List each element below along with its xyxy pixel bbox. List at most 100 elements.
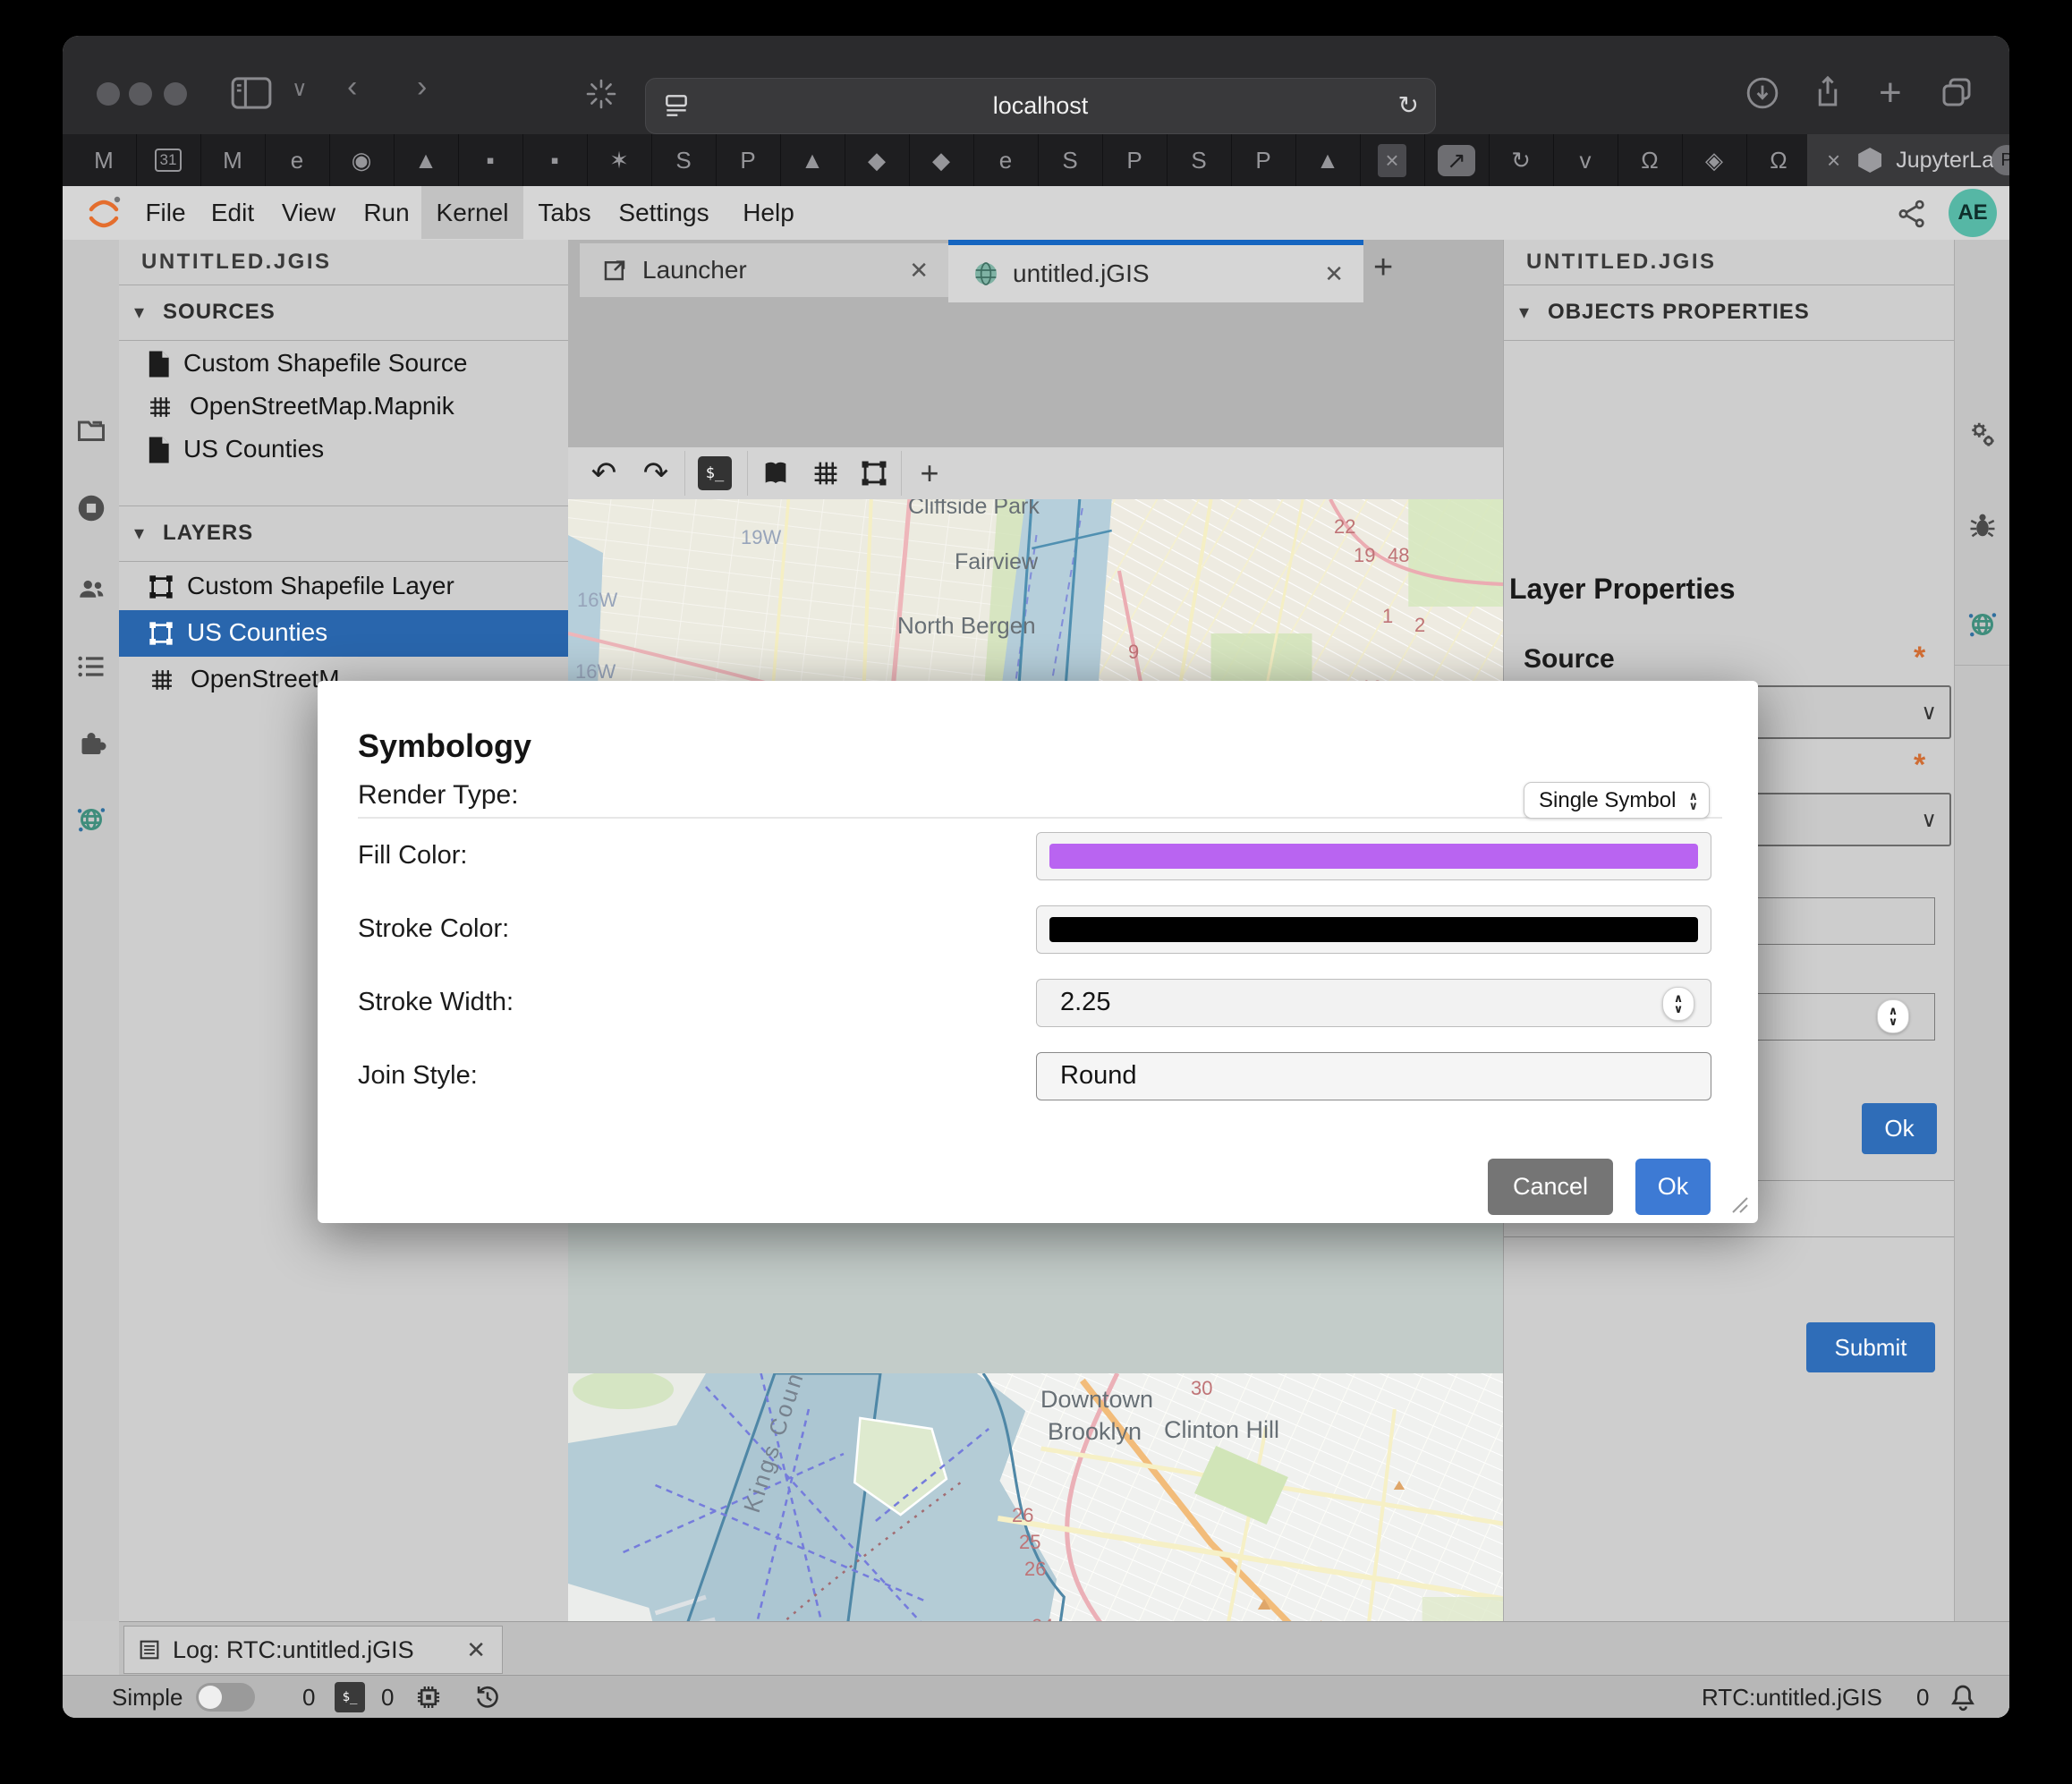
layers-section-header[interactable]: ▾ LAYERS — [119, 505, 568, 561]
join-style-select[interactable]: Round — [1036, 1052, 1711, 1100]
bookmark-icon[interactable]: ◉ — [329, 134, 395, 186]
file-browser-icon[interactable] — [75, 414, 107, 446]
tab-overview-icon[interactable] — [1938, 73, 1975, 111]
new-tab-button[interactable]: + — [1879, 73, 1902, 113]
forward-button[interactable]: › — [417, 72, 427, 102]
close-tab-icon[interactable]: × — [1827, 147, 1840, 174]
share-icon[interactable] — [1809, 73, 1847, 111]
zoom-window-button[interactable] — [164, 82, 187, 106]
layer-item-selected[interactable]: US Counties — [119, 610, 568, 657]
menu-settings[interactable]: Settings — [615, 186, 713, 239]
bookmark-icon[interactable]: ↗ — [1424, 134, 1490, 186]
bookmark-icon[interactable]: ◆ — [909, 134, 974, 186]
extensions-icon[interactable] — [75, 727, 107, 760]
bookmark-icon[interactable]: S — [1167, 134, 1232, 186]
bell-icon[interactable] — [1947, 1681, 1979, 1713]
menu-file[interactable]: File — [139, 186, 192, 239]
minimize-window-button[interactable] — [129, 82, 152, 106]
sidebar-chevron-icon[interactable]: ∨ — [292, 79, 308, 100]
jgis-globe-icon[interactable] — [75, 803, 107, 836]
ok-button[interactable]: Ok — [1862, 1103, 1937, 1154]
table-of-contents-icon[interactable] — [75, 650, 107, 683]
bookmark-icon[interactable]: ▪ — [522, 134, 588, 186]
browser-tab-jupyterlab[interactable]: × JupyterLab — [1807, 134, 2009, 186]
simple-mode-toggle[interactable] — [196, 1683, 255, 1712]
menu-edit[interactable]: Edit — [206, 186, 259, 239]
bookmark-icon[interactable]: ▲ — [394, 134, 459, 186]
menu-tabs[interactable]: Tabs — [535, 186, 594, 239]
bookmark-icon[interactable]: × — [1360, 134, 1425, 186]
bookmark-icon[interactable]: ▪ — [458, 134, 523, 186]
collaboration-icon[interactable] — [75, 573, 107, 605]
bookmark-icon[interactable]: ▲ — [1295, 134, 1361, 186]
submit-button[interactable]: Submit — [1806, 1322, 1935, 1372]
debugger-bug-icon[interactable] — [1966, 510, 1999, 542]
bookmark-icon[interactable]: ▲ — [780, 134, 845, 186]
bookmark-icon[interactable]: ◈ — [1682, 134, 1747, 186]
bookmark-icon[interactable]: ↻ — [1489, 134, 1554, 186]
stroke-width-input[interactable]: 2.25 ∧∨ — [1036, 979, 1711, 1027]
bookmark-icon[interactable]: Ω — [1618, 134, 1683, 186]
source-item[interactable]: Custom Shapefile Source — [119, 343, 568, 386]
share-document-icon[interactable] — [1895, 197, 1929, 231]
close-tab-icon[interactable]: ✕ — [909, 257, 929, 285]
vector-square-icon[interactable] — [856, 455, 892, 491]
property-inspector-gears-icon[interactable] — [1966, 419, 1999, 451]
bookmark-icon[interactable]: P — [1102, 134, 1168, 186]
kernel-chip-icon[interactable] — [413, 1682, 444, 1712]
stroke-color-input[interactable] — [1036, 905, 1711, 954]
tab-untitled-jgis[interactable]: untitled.jGIS ✕ — [948, 240, 1363, 302]
raster-grid-icon[interactable] — [808, 455, 844, 491]
cancel-button[interactable]: Cancel — [1488, 1159, 1613, 1215]
avatar[interactable]: AE — [1949, 189, 1997, 237]
back-button[interactable]: ‹ — [347, 72, 357, 102]
bookmark-icon[interactable]: S — [1038, 134, 1103, 186]
bookmark-icon[interactable]: e — [973, 134, 1039, 186]
menu-run[interactable]: Run — [360, 186, 413, 239]
source-item[interactable]: US Counties — [119, 429, 568, 471]
bookmark-icon[interactable]: P — [1231, 134, 1296, 186]
bookmark-icon[interactable]: v — [1553, 134, 1618, 186]
terminal-console-icon[interactable]: $_ — [697, 455, 733, 491]
jgis-globe-icon[interactable] — [1966, 608, 1999, 641]
bookmark-icon[interactable]: Ω — [1746, 134, 1811, 186]
terminal-status-icon[interactable]: $_ — [335, 1682, 365, 1712]
close-window-button[interactable] — [97, 82, 120, 106]
menu-view[interactable]: View — [277, 186, 340, 239]
source-item[interactable]: OpenStreetMap.Mapnik — [119, 386, 568, 429]
bookmark-icon[interactable]: ✶ — [587, 134, 652, 186]
log-tab[interactable]: Log: RTC:untitled.jGIS ✕ — [123, 1626, 503, 1674]
stepper-buttons[interactable]: ∧∨ — [1662, 987, 1694, 1021]
tab-launcher[interactable]: Launcher ✕ — [580, 243, 949, 297]
redo-icon[interactable]: ↷ — [638, 455, 674, 491]
bookmark-icon[interactable]: 31 — [136, 134, 201, 186]
sources-section-header[interactable]: ▾ SOURCES — [119, 285, 568, 340]
address-bar[interactable]: localhost ↻ — [645, 78, 1436, 134]
render-type-select[interactable]: Single Symbol ∧∨ — [1524, 782, 1710, 819]
bookmark-icon[interactable]: P — [716, 134, 781, 186]
bookmark-icon[interactable]: ◆ — [845, 134, 910, 186]
basemap-book-icon[interactable] — [758, 455, 794, 491]
layer-item[interactable]: Custom Shapefile Layer — [119, 564, 568, 610]
bookmark-icon[interactable]: M — [200, 134, 266, 186]
bookmark-icon[interactable]: e — [265, 134, 330, 186]
running-kernels-icon[interactable] — [75, 492, 107, 524]
downloads-icon[interactable] — [1745, 75, 1780, 111]
resize-handle[interactable] — [1729, 1194, 1749, 1214]
bookmark-icon[interactable]: S — [651, 134, 717, 186]
stepper-buttons[interactable]: ∧∨ — [1877, 999, 1909, 1033]
reload-icon[interactable]: ↻ — [1398, 90, 1419, 120]
close-log-icon[interactable]: ✕ — [466, 1636, 486, 1664]
undo-icon[interactable]: ↶ — [586, 455, 622, 491]
add-layer-button[interactable]: + — [912, 455, 947, 491]
add-tab-button[interactable]: + — [1373, 249, 1393, 287]
close-tab-icon[interactable]: ✕ — [1324, 260, 1344, 288]
menu-help[interactable]: Help — [737, 186, 800, 239]
fill-color-input[interactable] — [1036, 832, 1711, 880]
sidebar-toggle-icon[interactable] — [231, 77, 272, 109]
bookmark-icon[interactable]: M — [72, 134, 137, 186]
objects-properties-header[interactable]: ▾ OBJECTS PROPERTIES — [1504, 285, 1955, 340]
history-icon[interactable] — [472, 1682, 503, 1712]
dialog-ok-button[interactable]: Ok — [1635, 1159, 1711, 1215]
menu-kernel[interactable]: Kernel — [421, 186, 523, 239]
